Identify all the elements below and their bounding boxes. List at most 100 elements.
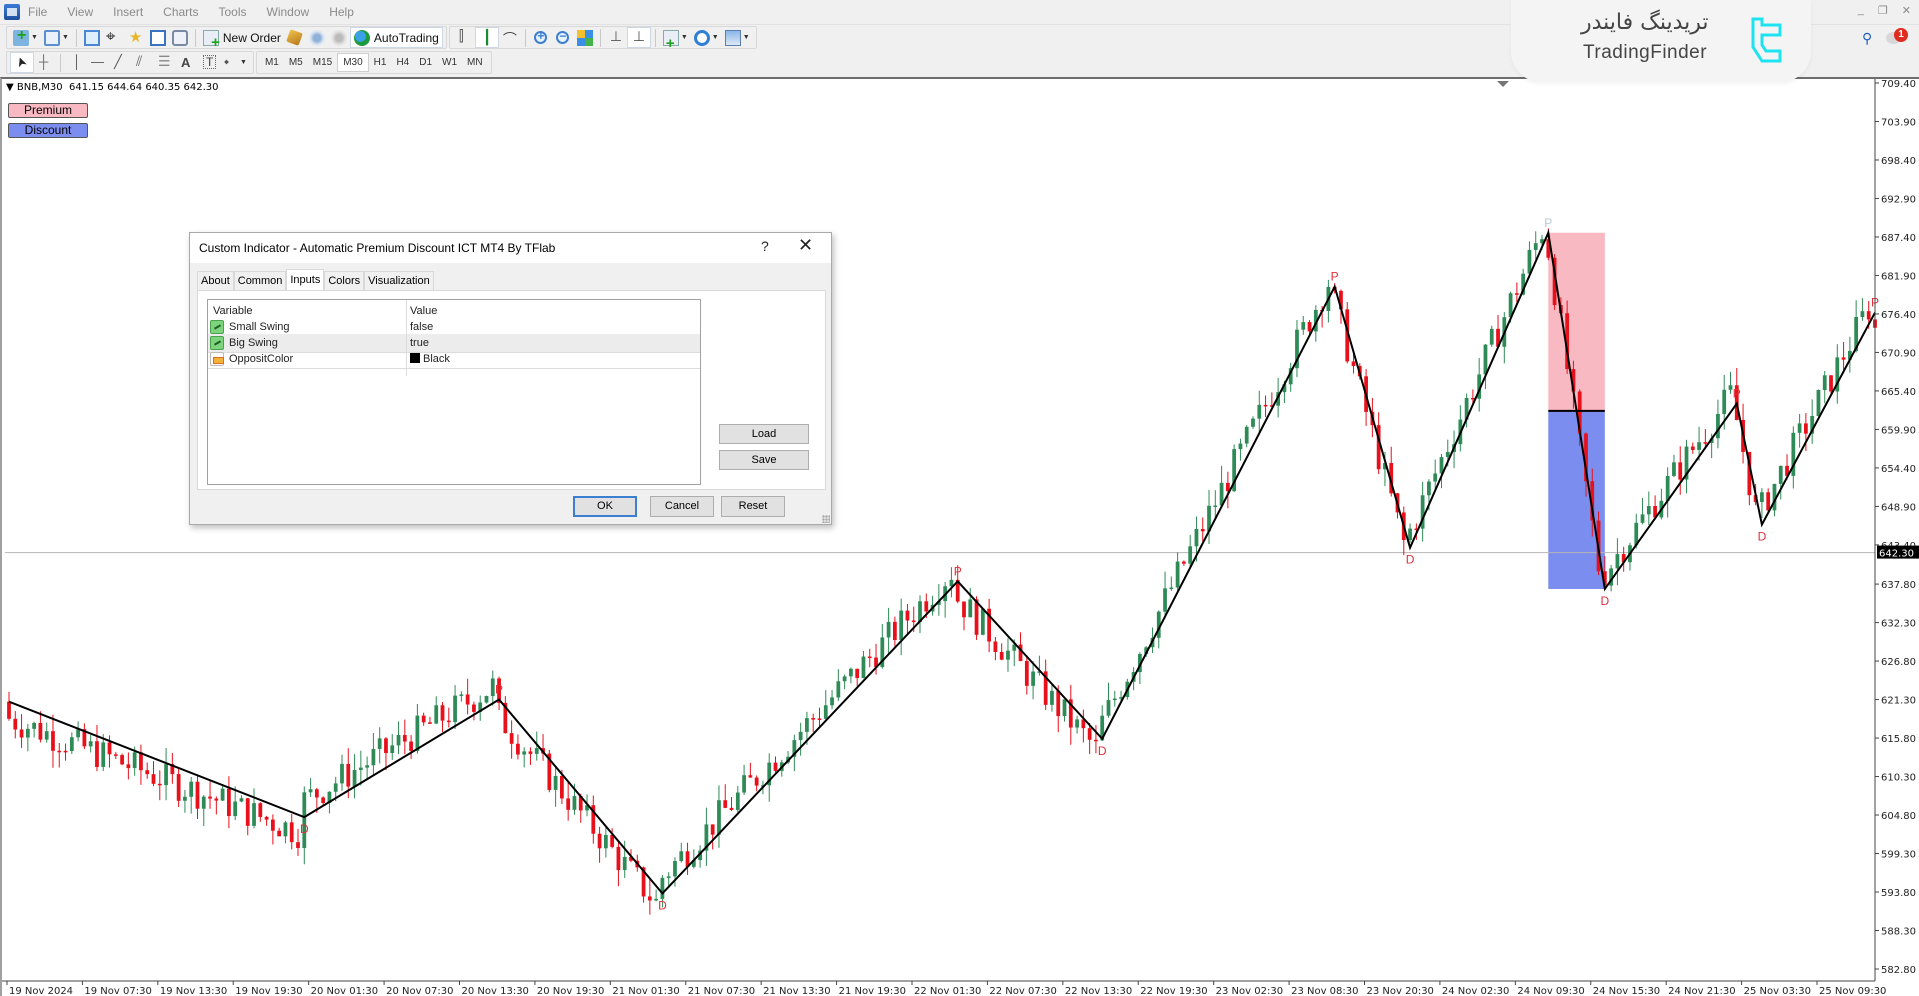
tab-visualization[interactable]: Visualization (364, 271, 434, 290)
save-button[interactable]: Save (719, 450, 809, 470)
swing-low-label: D (1406, 553, 1415, 567)
new-order-button[interactable]: New Order (200, 27, 284, 51)
templates-button[interactable]: ▼ (722, 27, 753, 48)
column-header-value: Value (410, 305, 438, 317)
timeframe-m30[interactable]: M30 (337, 53, 369, 72)
text-button[interactable] (175, 52, 197, 73)
chart-shift-button[interactable] (605, 27, 627, 48)
crosshair-button[interactable] (34, 52, 56, 73)
trendline-button[interactable] (109, 52, 131, 73)
candle-body (1188, 546, 1193, 564)
close-icon[interactable]: ✕ (798, 235, 813, 256)
candle-body (666, 876, 671, 878)
cursor-button[interactable] (10, 52, 34, 73)
market-watch-button[interactable] (81, 27, 103, 48)
arrows-button[interactable]: ▼ (219, 52, 250, 73)
load-button[interactable]: Load (719, 424, 809, 444)
dialog-titlebar[interactable]: Custom Indicator - Automatic Premium Dis… (190, 233, 831, 263)
candle-body (233, 801, 238, 817)
restore-button[interactable]: ❐ (1878, 4, 1888, 17)
equidistant-channel-button[interactable] (131, 52, 153, 73)
price-chart[interactable]: DPDPDPDPDPDP709.40703.90698.40692.90687.… (2, 79, 1919, 996)
profiles-button[interactable]: ▼ (41, 27, 72, 48)
zoom-out-button[interactable] (552, 27, 574, 48)
time-tick-label: 19 Nov 2024 (9, 986, 73, 996)
terminal-button[interactable] (147, 27, 169, 48)
timeframe-h1[interactable]: H1 (369, 53, 392, 72)
help-button[interactable]: ? (761, 238, 769, 254)
candle-body (1527, 249, 1532, 274)
metaeditor-button[interactable] (284, 27, 306, 48)
chevron-down-icon: ▼ (711, 34, 719, 41)
zoom-in-button[interactable] (530, 27, 552, 48)
timeframe-m15[interactable]: M15 (308, 53, 337, 72)
candle-body (855, 668, 860, 679)
notifications-button[interactable]: 1 (1886, 28, 1908, 48)
candle-body (396, 735, 401, 746)
variable-value[interactable]: true (410, 337, 429, 349)
menu-charts[interactable]: Charts (163, 5, 198, 19)
menu-help[interactable]: Help (329, 5, 354, 19)
timeframe-w1[interactable]: W1 (437, 53, 462, 72)
chart-shift-marker-icon[interactable] (1497, 81, 1509, 87)
timeframe-d1[interactable]: D1 (414, 53, 437, 72)
signals-button[interactable] (306, 27, 328, 48)
timeframe-m1[interactable]: M1 (260, 53, 284, 72)
tab-common[interactable]: Common (233, 271, 287, 290)
discount-button[interactable]: Discount (8, 123, 88, 138)
new-chart-button[interactable]: ▼ (10, 27, 41, 48)
market-icon (330, 29, 347, 46)
periods-button[interactable]: ▼ (691, 27, 722, 48)
market-button[interactable] (328, 27, 350, 48)
bar-chart-button[interactable] (453, 27, 475, 48)
market-watch-icon (83, 29, 100, 46)
trendline-icon (112, 54, 128, 71)
autotrading-button[interactable]: AutoTrading (349, 27, 443, 48)
time-tick-label: 19 Nov 13:30 (160, 986, 227, 996)
resize-grip[interactable] (822, 515, 830, 523)
candle-body (1722, 389, 1727, 414)
data-window-button[interactable] (103, 27, 125, 48)
menu-file[interactable]: File (28, 5, 47, 19)
timeframe-m5[interactable]: M5 (284, 53, 308, 72)
timeframe-mn[interactable]: MN (462, 53, 488, 72)
tab-inputs[interactable]: Inputs (286, 269, 325, 290)
vertical-line-button[interactable] (65, 52, 87, 73)
menu-insert[interactable]: Insert (113, 5, 143, 19)
reset-button[interactable]: Reset (721, 496, 785, 517)
premium-button[interactable]: Premium (8, 103, 88, 118)
table-row[interactable]: OppositColor Black (208, 350, 700, 369)
time-tick-label: 20 Nov 19:30 (537, 986, 604, 996)
tile-windows-button[interactable] (574, 27, 596, 48)
menu-tools[interactable]: Tools (219, 5, 247, 19)
tab-about[interactable]: About (197, 271, 234, 290)
search-icon[interactable]: ⚲ (1862, 30, 1872, 47)
strategy-tester-button[interactable] (169, 27, 191, 48)
line-chart-button[interactable] (499, 27, 521, 49)
candle-body (1087, 728, 1092, 740)
navigator-button[interactable] (125, 27, 147, 48)
chart-window[interactable]: D P D P D P D P D P D P 709.40 703.90 698.40 692.90 687.… (0, 77, 1919, 996)
indicators-button[interactable]: ▼ (660, 27, 691, 52)
collapse-triangle-icon[interactable]: ▼ (6, 82, 14, 93)
time-tick-label: 23 Nov 20:30 (1367, 986, 1434, 996)
fibonacci-button[interactable] (153, 52, 175, 73)
variable-value[interactable]: Black (410, 353, 450, 365)
horizontal-line-button[interactable] (87, 52, 109, 73)
text-label-button[interactable] (197, 52, 219, 73)
tab-colors[interactable]: Colors (324, 271, 365, 290)
candle-body (899, 610, 904, 641)
time-tick-label: 24 Nov 02:30 (1442, 986, 1509, 996)
autoscroll-button[interactable] (626, 27, 651, 48)
candle-body (830, 697, 834, 706)
minimize-button[interactable]: _ (1858, 4, 1864, 17)
ok-button[interactable]: OK (573, 496, 637, 517)
candlestick-button[interactable] (474, 27, 499, 48)
close-window-button[interactable]: ✕ (1902, 4, 1911, 17)
menu-window[interactable]: Window (267, 5, 310, 19)
variable-value[interactable]: false (410, 321, 433, 333)
cancel-button[interactable]: Cancel (650, 496, 714, 517)
menu-view[interactable]: View (67, 5, 93, 19)
timeframe-h4[interactable]: H4 (391, 53, 414, 72)
candle-body (1866, 311, 1871, 320)
